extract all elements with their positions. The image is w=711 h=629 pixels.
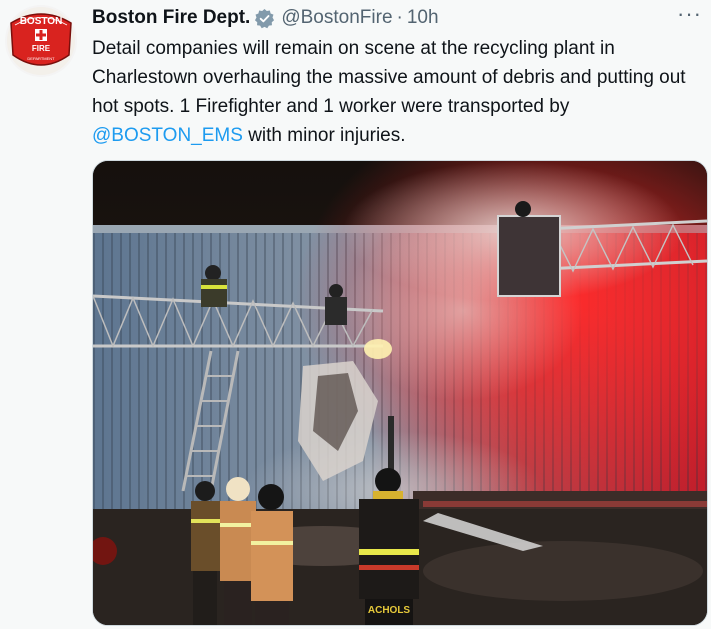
handle[interactable]: @BostonFire: [281, 5, 392, 31]
logo-bottom-text: DEPARTMENT: [27, 56, 55, 61]
tweet[interactable]: BOSTON FIRE DEPARTMENT Boston Fire Dept.…: [0, 0, 711, 629]
tweet-text-body: Detail companies will remain on scene at…: [92, 38, 686, 117]
mention-link[interactable]: @BOSTON_EMS: [92, 125, 243, 146]
fire-scene-photo: ACHOLS: [93, 161, 707, 625]
helmet-text: ACHOLS: [368, 605, 411, 616]
timestamp[interactable]: 10h: [407, 5, 439, 31]
tweet-text: Detail companies will remain on scene at…: [92, 34, 697, 150]
firefighter-group-left: [191, 477, 293, 625]
logo-mid-text: FIRE: [32, 44, 51, 53]
tweet-text-tail: with minor injuries.: [242, 125, 406, 146]
boston-fire-logo-icon: BOSTON FIRE DEPARTMENT: [7, 7, 75, 75]
verified-badge-icon: [254, 8, 275, 29]
tweet-photo[interactable]: ACHOLS: [92, 160, 708, 626]
more-options-icon[interactable]: ···: [677, 3, 702, 25]
display-name[interactable]: Boston Fire Dept.: [92, 5, 250, 31]
avatar[interactable]: BOSTON FIRE DEPARTMENT: [5, 5, 77, 77]
tweet-header: Boston Fire Dept. @BostonFire · 10h: [92, 5, 439, 31]
separator: ·: [396, 7, 403, 28]
logo-top-text: BOSTON: [20, 16, 63, 27]
